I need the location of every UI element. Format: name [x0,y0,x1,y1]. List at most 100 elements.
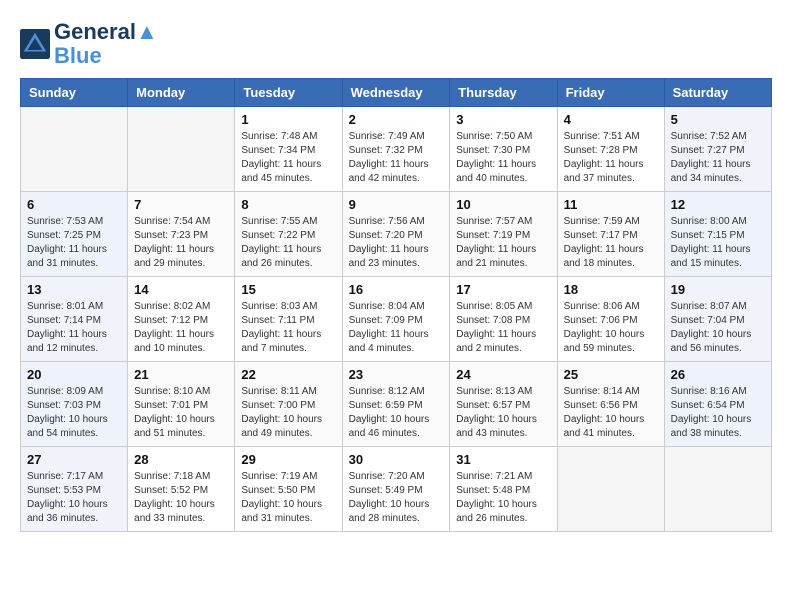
sunset-time: Sunset: 5:48 PM [456,485,530,496]
sunset-time: Sunset: 5:52 PM [134,485,208,496]
daylight-hours: Daylight: 11 hours and 26 minutes. [241,244,321,269]
day-number: 17 [456,282,550,297]
day-number: 20 [27,367,121,382]
calendar-cell: 22Sunrise: 8:11 AMSunset: 7:00 PMDayligh… [235,362,342,447]
sunrise-time: Sunrise: 8:03 AM [241,301,317,312]
weekday-header-sunday: Sunday [21,79,128,107]
daylight-hours: Daylight: 11 hours and 18 minutes. [564,244,644,269]
weekday-header-monday: Monday [128,79,235,107]
calendar-cell: 3Sunrise: 7:50 AMSunset: 7:30 PMDaylight… [450,107,557,192]
daylight-hours: Daylight: 11 hours and 42 minutes. [349,159,429,184]
sunrise-time: Sunrise: 8:06 AM [564,301,640,312]
sunrise-time: Sunrise: 7:19 AM [241,471,317,482]
daylight-hours: Daylight: 11 hours and 37 minutes. [564,159,644,184]
sunrise-time: Sunrise: 8:14 AM [564,386,640,397]
sunset-time: Sunset: 7:34 PM [241,145,315,156]
day-number: 24 [456,367,550,382]
day-info: Sunrise: 7:51 AMSunset: 7:28 PMDaylight:… [564,130,658,186]
sunset-time: Sunset: 7:28 PM [564,145,638,156]
sunset-time: Sunset: 7:30 PM [456,145,530,156]
daylight-hours: Daylight: 11 hours and 29 minutes. [134,244,214,269]
sunset-time: Sunset: 7:00 PM [241,400,315,411]
day-number: 26 [671,367,765,382]
day-info: Sunrise: 7:49 AMSunset: 7:32 PMDaylight:… [349,130,444,186]
day-info: Sunrise: 8:12 AMSunset: 6:59 PMDaylight:… [349,385,444,441]
calendar-cell: 16 Sunrise: 8:04 AMSunset: 7:09 PMDayligh… [342,277,450,362]
day-number: 30 [349,452,444,467]
day-info: Sunrise: 7:54 AMSunset: 7:23 PMDaylight:… [134,215,228,271]
day-info: Sunrise: 8:16 AMSunset: 6:54 PMDaylight:… [671,385,765,441]
sunset-time: Sunset: 7:06 PM [564,315,638,326]
calendar-cell: 30Sunrise: 7:20 AMSunset: 5:49 PMDayligh… [342,447,450,532]
daylight-hours: Daylight: 10 hours and 31 minutes. [241,499,322,524]
calendar-cell [21,107,128,192]
sunset-time: Sunset: 6:57 PM [456,400,530,411]
calendar-cell: 26 Sunrise: 8:16 AMSunset: 6:54 PMDayligh… [664,362,771,447]
calendar-header-row: SundayMondayTuesdayWednesdayThursdayFrid… [21,79,772,107]
daylight-hours: Daylight: 10 hours and 41 minutes. [564,414,645,439]
day-info: Sunrise: 7:59 AMSunset: 7:17 PMDaylight:… [564,215,658,271]
calendar-cell: 1Sunrise: 7:48 AMSunset: 7:34 PMDaylight… [235,107,342,192]
day-info: Sunrise: 8:02 AM Sunset: 7:12 PM Daylight:… [134,300,228,356]
calendar-week-2: 6Sunrise: 7:53 AMSunset: 7:25 PMDaylight… [21,192,772,277]
daylight-hours: Daylight: 10 hours and 43 minutes. [456,414,537,439]
day-info: Sunrise: 8:07 AMSunset: 7:04 PMDaylight:… [671,300,765,356]
weekday-header-tuesday: Tuesday [235,79,342,107]
sunrise-time: Sunrise: 8:02 AM [134,301,210,312]
calendar-cell: 15 Sunrise: 8:03 AM Sunset: 7:11 PM Dayligh… [235,277,342,362]
sunset-time: Sunset: 5:49 PM [349,485,423,496]
sunset-time: Sunset: 7:11 PM [241,315,314,326]
day-info: Sunrise: 8:00 AMSunset: 7:15 PMDaylight:… [671,215,765,271]
day-info: Sunrise: 8:10 AM Sunset: 7:01 PM Daylight:… [134,385,228,441]
sunrise-time: Sunrise: 8:05 AM [456,301,532,312]
sunset-time: Sunset: 7:09 PM [349,315,423,326]
daylight-hours: Daylight: 10 hours and 51 minutes. [134,414,215,439]
sunset-time: Sunset: 7:12 PM [134,315,208,326]
day-number: 16 [349,282,444,297]
sunrise-time: Sunrise: 8:00 AM [671,216,747,227]
daylight-hours: Daylight: 11 hours and 10 minutes. [134,329,214,354]
day-info: Sunrise: 7:17 AMSunset: 5:53 PMDaylight:… [27,470,121,526]
sunset-time: Sunset: 6:56 PM [564,400,638,411]
sunrise-time: Sunrise: 7:50 AM [456,131,532,142]
sunrise-time: Sunrise: 8:09 AM [27,386,103,397]
day-number: 1 [241,112,335,127]
sunrise-time: Sunrise: 7:52 AM [671,131,747,142]
sunrise-time: Sunrise: 7:57 AM [456,216,532,227]
weekday-header-saturday: Saturday [664,79,771,107]
day-info: Sunrise: 8:03 AM Sunset: 7:11 PM Daylight:… [241,300,335,356]
day-info: Sunrise: 7:20 AMSunset: 5:49 PMDaylight:… [349,470,444,526]
sunset-time: Sunset: 6:54 PM [671,400,745,411]
calendar-cell: 17Sunrise: 8:05 AMSunset: 7:08 PMDayligh… [450,277,557,362]
sunset-time: Sunset: 7:04 PM [671,315,745,326]
day-info: Sunrise: 8:04 AMSunset: 7:09 PMDaylight:… [349,300,444,356]
sunset-time: Sunset: 7:19 PM [456,230,530,241]
day-number: 21 [134,367,228,382]
day-info: Sunrise: 8:09 AMSunset: 7:03 PMDaylight:… [27,385,121,441]
sunset-time: Sunset: 7:25 PM [27,230,101,241]
daylight-hours: Daylight: 11 hours and 7 minutes. [241,329,321,354]
day-info: Sunrise: 8:01 AMSunset: 7:14 PMDaylight:… [27,300,121,356]
day-number: 25 [564,367,658,382]
sunrise-time: Sunrise: 7:53 AM [27,216,103,227]
day-number: 31 [456,452,550,467]
weekday-header-friday: Friday [557,79,664,107]
day-number: 22 [241,367,335,382]
day-number: 15 [241,282,335,297]
calendar-cell [557,447,664,532]
logo-icon [20,29,50,59]
calendar-cell: 13Sunrise: 8:01 AMSunset: 7:14 PMDayligh… [21,277,128,362]
calendar-cell: 12Sunrise: 8:00 AMSunset: 7:15 PMDayligh… [664,192,771,277]
sunset-time: Sunset: 7:23 PM [134,230,208,241]
day-number: 11 [564,197,658,212]
day-number: 2 [349,112,444,127]
sunrise-time: Sunrise: 8:10 AM [134,386,210,397]
sunset-time: Sunset: 7:14 PM [27,315,101,326]
calendar-cell: 29Sunrise: 7:19 AMSunset: 5:50 PMDayligh… [235,447,342,532]
sunrise-time: Sunrise: 7:20 AM [349,471,425,482]
sunset-time: Sunset: 7:32 PM [349,145,423,156]
calendar-cell: 6Sunrise: 7:53 AMSunset: 7:25 PMDaylight… [21,192,128,277]
sunrise-time: Sunrise: 8:12 AM [349,386,425,397]
sunset-time: Sunset: 7:01 PM [134,400,208,411]
sunset-time: Sunset: 5:50 PM [241,485,315,496]
